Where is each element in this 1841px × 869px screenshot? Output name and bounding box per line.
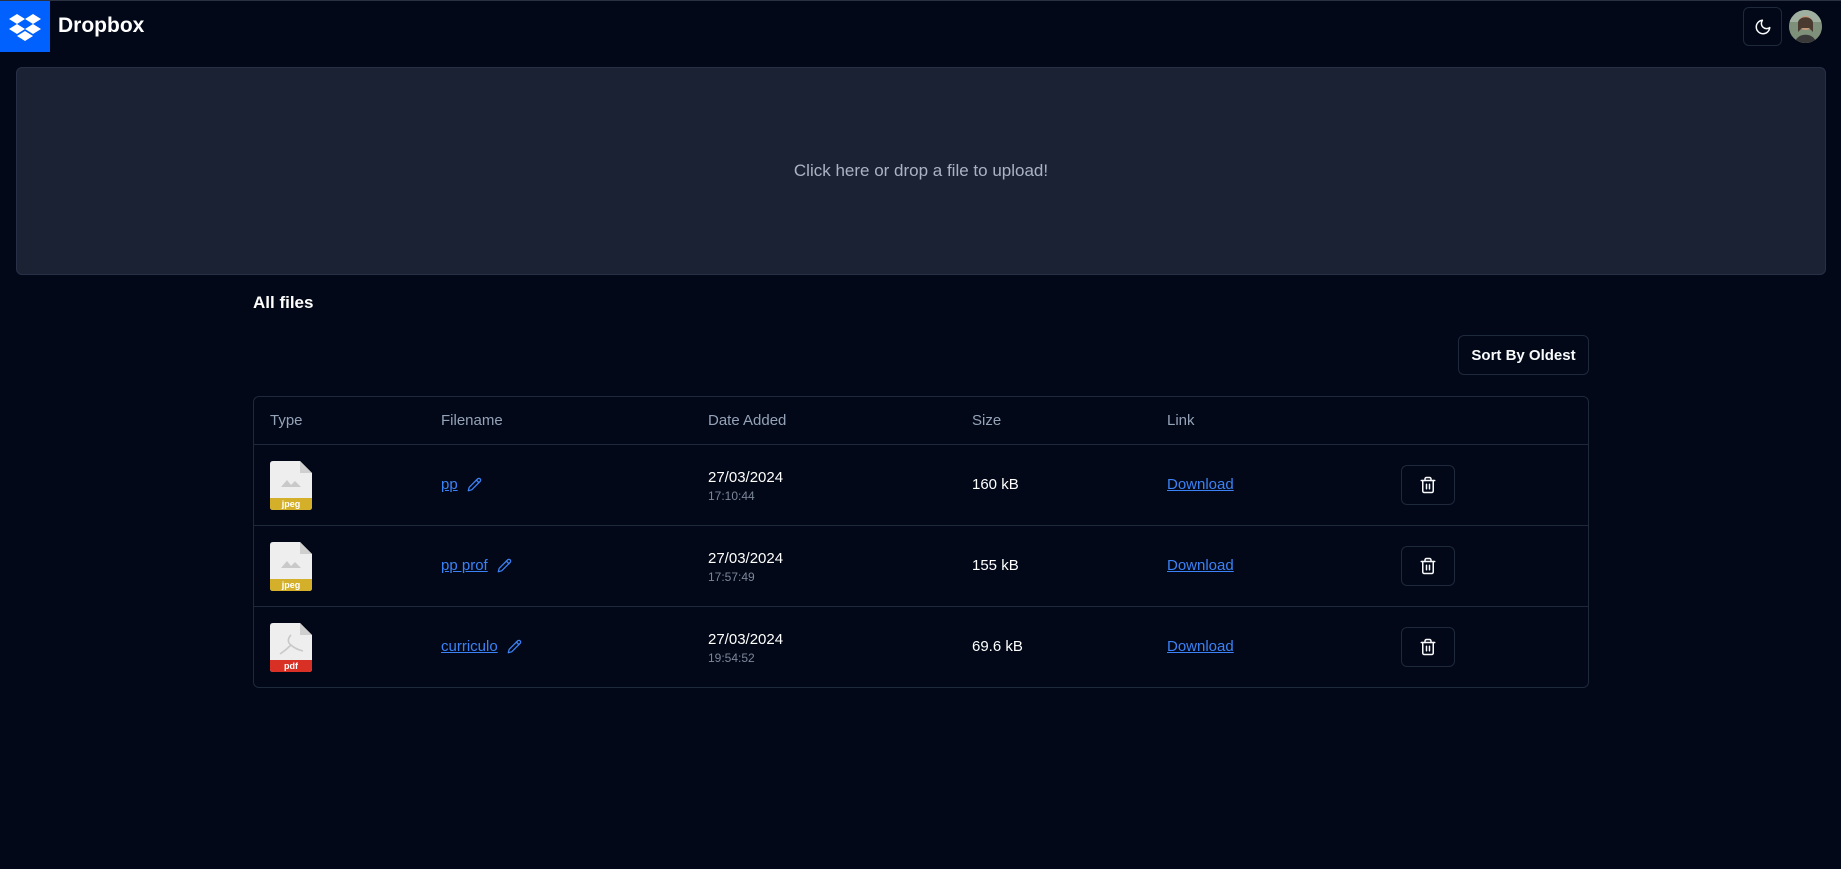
- trash-icon: [1420, 557, 1436, 575]
- download-link[interactable]: Download: [1167, 557, 1234, 574]
- section-title: All files: [253, 293, 314, 312]
- upload-prompt: Click here or drop a file to upload!: [793, 161, 1049, 180]
- jpeg-file-icon: jpeg: [270, 461, 312, 510]
- date-added: 27/03/2024: [708, 631, 784, 648]
- time-added: 17:10:44: [708, 489, 755, 503]
- delete-button[interactable]: [1401, 546, 1455, 586]
- download-link[interactable]: Download: [1167, 476, 1234, 493]
- filename-link[interactable]: pp: [441, 476, 458, 493]
- column-header-filename: Filename: [441, 412, 503, 429]
- delete-button[interactable]: [1401, 627, 1455, 667]
- column-header-size: Size: [972, 412, 1002, 429]
- svg-text:jpeg: jpeg: [281, 499, 301, 509]
- moon-icon: [1755, 19, 1770, 34]
- table-row: jpeg pp prof 27/03/2024 17:57:49 155 kB …: [254, 526, 1588, 607]
- time-added: 19:54:52: [708, 651, 755, 665]
- date-added: 27/03/2024: [708, 550, 784, 567]
- theme-toggle-button[interactable]: [1743, 7, 1782, 46]
- svg-text:pdf: pdf: [284, 661, 299, 671]
- column-header-link: Link: [1167, 412, 1195, 429]
- filename-link[interactable]: pp prof: [441, 557, 488, 574]
- table-header: Type Filename Date Added Size Link: [254, 397, 1588, 445]
- files-table: Type Filename Date Added Size Link jpeg …: [253, 396, 1589, 688]
- filename-link[interactable]: curriculo: [441, 638, 498, 655]
- table-row: jpeg pp 27/03/2024 17:10:44 160 kB Downl…: [254, 445, 1588, 526]
- jpeg-file-icon: jpeg: [270, 542, 312, 591]
- file-size: 155 kB: [972, 557, 1019, 574]
- brand-name[interactable]: Dropbox: [58, 14, 144, 38]
- download-link[interactable]: Download: [1167, 638, 1234, 655]
- edit-pencil-icon[interactable]: [507, 639, 522, 654]
- file-size: 160 kB: [972, 476, 1019, 493]
- dropbox-logo-icon[interactable]: [0, 1, 50, 52]
- pdf-file-icon: pdf: [270, 623, 312, 672]
- user-avatar[interactable]: [1789, 10, 1822, 43]
- time-added: 17:57:49: [708, 570, 755, 584]
- upload-dropzone[interactable]: Click here or drop a file to upload!: [16, 67, 1826, 275]
- trash-icon: [1420, 476, 1436, 494]
- delete-button[interactable]: [1401, 465, 1455, 505]
- date-added: 27/03/2024: [708, 469, 784, 486]
- trash-icon: [1420, 638, 1436, 656]
- file-size: 69.6 kB: [972, 638, 1023, 655]
- column-header-date-added: Date Added: [708, 412, 787, 429]
- top-navbar: Dropbox: [0, 0, 1841, 52]
- edit-pencil-icon[interactable]: [497, 558, 512, 573]
- column-header-type: Type: [270, 412, 303, 429]
- svg-text:jpeg: jpeg: [281, 580, 301, 590]
- table-row: pdf curriculo 27/03/2024 19:54:52 69.6 k…: [254, 607, 1588, 687]
- edit-pencil-icon[interactable]: [467, 477, 482, 492]
- sort-button[interactable]: Sort By Oldest: [1458, 335, 1589, 375]
